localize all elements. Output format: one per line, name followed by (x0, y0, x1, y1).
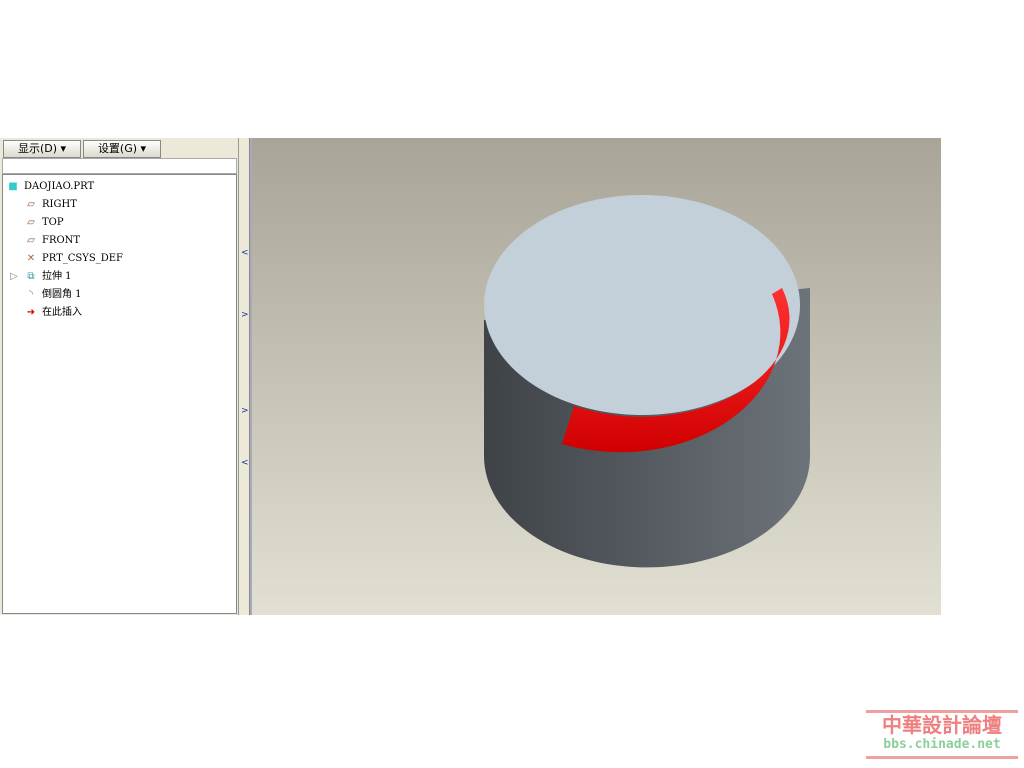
csys-icon: ✕ (26, 253, 36, 264)
extrude-icon: ⧉ (27, 271, 35, 282)
model-tree: ■ DAOJIAO.PRT ▱ RIGHT ▱ TOP ▱ FRONT ✕ PRT_CSY… (2, 174, 237, 614)
tree-item-round[interactable]: ◝ 倒圆角 1 (24, 288, 82, 302)
settings-menu-button[interactable]: 设置(G) ▾ (83, 140, 161, 158)
tree-item-right[interactable]: ▱ RIGHT (24, 198, 77, 212)
cylinder-top-face (484, 195, 800, 415)
tree-item-front[interactable]: ▱ FRONT (24, 234, 80, 248)
cylinder-model (484, 195, 810, 568)
show-menu-button[interactable]: 显示(D) ▾ (3, 140, 81, 158)
panel-splitter[interactable]: < > > < (239, 138, 250, 615)
3d-viewport[interactable] (250, 138, 941, 615)
tree-item-top[interactable]: ▱ TOP (24, 216, 64, 230)
tree-item-label: 拉伸 1 (42, 271, 72, 282)
insert-arrow-icon: ➜ (26, 307, 36, 318)
tree-root-label: DAOJIAO.PRT (24, 181, 95, 192)
datum-plane-icon: ▱ (27, 235, 35, 246)
tree-root[interactable]: ■ DAOJIAO.PRT (6, 180, 94, 194)
round-icon: ◝ (29, 289, 33, 300)
tree-item-label: TOP (42, 217, 64, 228)
tree-item-extrude[interactable]: ⧉ 拉伸 1 (24, 270, 72, 284)
expand-right-icon[interactable]: > (241, 406, 249, 416)
tree-item-insert-here[interactable]: ➜ 在此插入 (24, 306, 82, 320)
tree-item-label: RIGHT (42, 199, 77, 210)
tree-item-csys[interactable]: ✕ PRT_CSYS_DEF (24, 252, 123, 266)
tree-item-label: 倒圆角 1 (42, 289, 82, 300)
expand-toggle[interactable]: ▷ (10, 270, 18, 284)
datum-plane-icon: ▱ (27, 199, 35, 210)
expand-right-icon[interactable]: > (241, 310, 249, 320)
watermark-logo: 中華設計論壇 bbs.chinade.net (866, 710, 1018, 762)
collapse-left-icon[interactable]: < (241, 458, 249, 468)
tree-filter-input[interactable] (2, 158, 237, 174)
tree-item-label: PRT_CSYS_DEF (42, 253, 123, 264)
tree-item-label: FRONT (42, 235, 81, 246)
model-tree-panel: 显示(D) ▾ 设置(G) ▾ ■ DAOJIAO.PRT ▱ RIGHT ▱ TOP… (0, 138, 239, 615)
part-icon: ■ (8, 181, 18, 192)
datum-plane-icon: ▱ (27, 217, 35, 228)
collapse-left-icon[interactable]: < (241, 248, 249, 258)
watermark-url: bbs.chinade.net (883, 737, 1001, 752)
tree-item-label: 在此插入 (42, 307, 82, 318)
watermark-title: 中華設計論壇 (882, 713, 1002, 737)
